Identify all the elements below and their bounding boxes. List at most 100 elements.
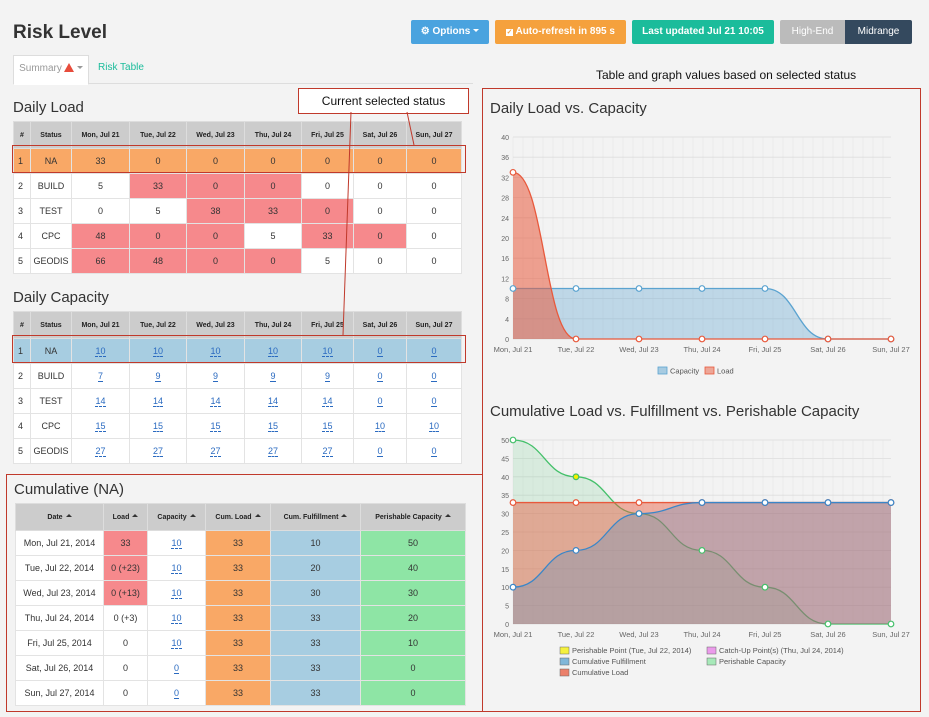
x-tick-label: Sun, Jul 27	[872, 345, 910, 354]
cum-load-cell: 33	[205, 630, 271, 656]
data-point[interactable]	[824, 335, 832, 343]
x-tick-label: Sat, Jul 26	[810, 345, 845, 354]
x-tick-label: Wed, Jul 23	[619, 345, 658, 354]
data-point[interactable]	[698, 285, 706, 292]
capacity-edit-link[interactable]: 0	[173, 663, 179, 674]
y-tick-label: 0	[505, 622, 509, 629]
sort-icon	[444, 513, 451, 517]
y-tick-label: 25	[501, 530, 509, 537]
data-point[interactable]	[635, 335, 643, 343]
table-row: Wed, Jul 23, 2014 0 (+13) 10 33 30 30	[15, 580, 466, 606]
x-tick-label: Mon, Jul 21	[494, 345, 533, 354]
data-point[interactable]	[887, 620, 895, 628]
sort-icon	[65, 513, 72, 517]
cum-load-cell: 33	[205, 680, 271, 706]
data-point[interactable]	[824, 620, 832, 628]
sort-icon	[189, 513, 196, 517]
sort-icon	[254, 513, 261, 517]
perishable-capacity-cell: 0	[360, 680, 466, 706]
data-point[interactable]	[509, 436, 517, 444]
column-header[interactable]: Cum. Fulfillment	[270, 503, 361, 531]
legend-label: Load	[717, 367, 734, 376]
capacity-edit-link[interactable]: 10	[171, 588, 182, 599]
cumulative-table: Date Load Capacity Cum. Load Cum. Fulfillmen…	[15, 503, 466, 706]
data-point[interactable]	[509, 285, 517, 292]
chart1-title: Daily Load vs. Capacity	[490, 100, 647, 117]
date-cell: Sun, Jul 27, 2014	[15, 680, 104, 706]
legend-swatch	[704, 366, 715, 375]
capacity-edit-link[interactable]: 0	[173, 688, 179, 699]
table-row: Fri, Jul 25, 2014 0 10 33 33 10	[15, 630, 466, 656]
data-point[interactable]	[572, 285, 580, 292]
legend-swatch	[559, 646, 570, 655]
data-point[interactable]	[824, 499, 832, 506]
y-tick-label: 5	[505, 604, 509, 611]
x-tick-label: Mon, Jul 21	[494, 630, 533, 639]
x-tick-label: Sun, Jul 27	[872, 630, 910, 639]
capacity-cell: 0	[147, 655, 206, 681]
capacity-cell: 10	[147, 605, 206, 631]
data-point[interactable]	[887, 499, 895, 506]
y-tick-label: 15	[501, 567, 509, 574]
capacity-edit-link[interactable]: 10	[171, 563, 182, 574]
legend-label: Cumulative Load	[572, 668, 628, 677]
column-header[interactable]: Cum. Load	[205, 503, 271, 531]
data-point[interactable]	[509, 583, 517, 591]
y-tick-label: 50	[501, 438, 509, 445]
capacity-edit-link[interactable]: 10	[171, 538, 182, 549]
data-point[interactable]	[698, 546, 706, 554]
column-header[interactable]: Date	[15, 503, 104, 531]
cum-fulfillment-cell: 33	[270, 630, 361, 656]
y-tick-label: 32	[501, 175, 509, 182]
data-point[interactable]	[635, 285, 643, 292]
data-point[interactable]	[509, 168, 517, 176]
cum-fulfillment-cell: 30	[270, 580, 361, 606]
cumulative-title: Cumulative (NA)	[14, 481, 125, 498]
cum-load-cell: 33	[205, 580, 271, 606]
column-header[interactable]: Capacity	[147, 503, 206, 531]
data-point[interactable]	[761, 499, 769, 506]
x-tick-label: Thu, Jul 24	[683, 630, 720, 639]
capacity-edit-link[interactable]: 10	[171, 638, 182, 649]
data-point[interactable]	[635, 510, 643, 517]
data-point[interactable]	[635, 499, 643, 506]
load-cell: 0	[103, 655, 148, 681]
data-point[interactable]	[509, 499, 517, 506]
sort-icon	[341, 513, 348, 517]
cum-fulfillment-cell: 33	[270, 680, 361, 706]
data-point[interactable]	[572, 546, 580, 554]
legend-label: Cumulative Fulfillment	[572, 657, 647, 666]
y-tick-label: 16	[501, 256, 509, 263]
data-point[interactable]	[887, 335, 895, 343]
perishable-capacity-cell: 20	[360, 605, 466, 631]
data-point[interactable]	[698, 499, 706, 506]
column-header[interactable]: Perishable Capacity	[360, 503, 466, 531]
column-header-label: Perishable Capacity	[375, 513, 442, 521]
legend-label: Capacity	[670, 367, 699, 376]
x-tick-label: Wed, Jul 23	[619, 630, 658, 639]
data-point[interactable]	[761, 335, 769, 343]
y-tick-label: 8	[505, 297, 509, 304]
capacity-cell: 10	[147, 580, 206, 606]
data-point[interactable]	[761, 285, 769, 292]
x-tick-label: Thu, Jul 24	[683, 345, 720, 354]
y-tick-label: 28	[501, 196, 509, 203]
data-point[interactable]	[572, 473, 580, 481]
x-tick-label: Tue, Jul 22	[558, 630, 595, 639]
perishable-capacity-cell: 50	[360, 530, 466, 556]
y-tick-label: 20	[501, 236, 509, 243]
data-point[interactable]	[698, 335, 706, 343]
date-cell: Tue, Jul 22, 2014	[15, 555, 104, 581]
cum-load-cell: 33	[205, 655, 271, 681]
perishable-capacity-cell: 40	[360, 555, 466, 581]
column-header[interactable]: Load	[103, 503, 148, 531]
data-point[interactable]	[761, 583, 769, 591]
data-point[interactable]	[572, 499, 580, 506]
cum-fulfillment-cell: 33	[270, 605, 361, 631]
y-tick-label: 45	[501, 456, 509, 463]
cumulative-chart: 0 5 10 15 20 25 30 35 40 45 50 Mon, Jul 21 Tue, Jul …	[494, 436, 910, 677]
data-point[interactable]	[572, 335, 580, 343]
load-cell: 0 (+13)	[103, 580, 148, 606]
capacity-edit-link[interactable]: 10	[171, 613, 182, 624]
cum-fulfillment-cell: 33	[270, 655, 361, 681]
